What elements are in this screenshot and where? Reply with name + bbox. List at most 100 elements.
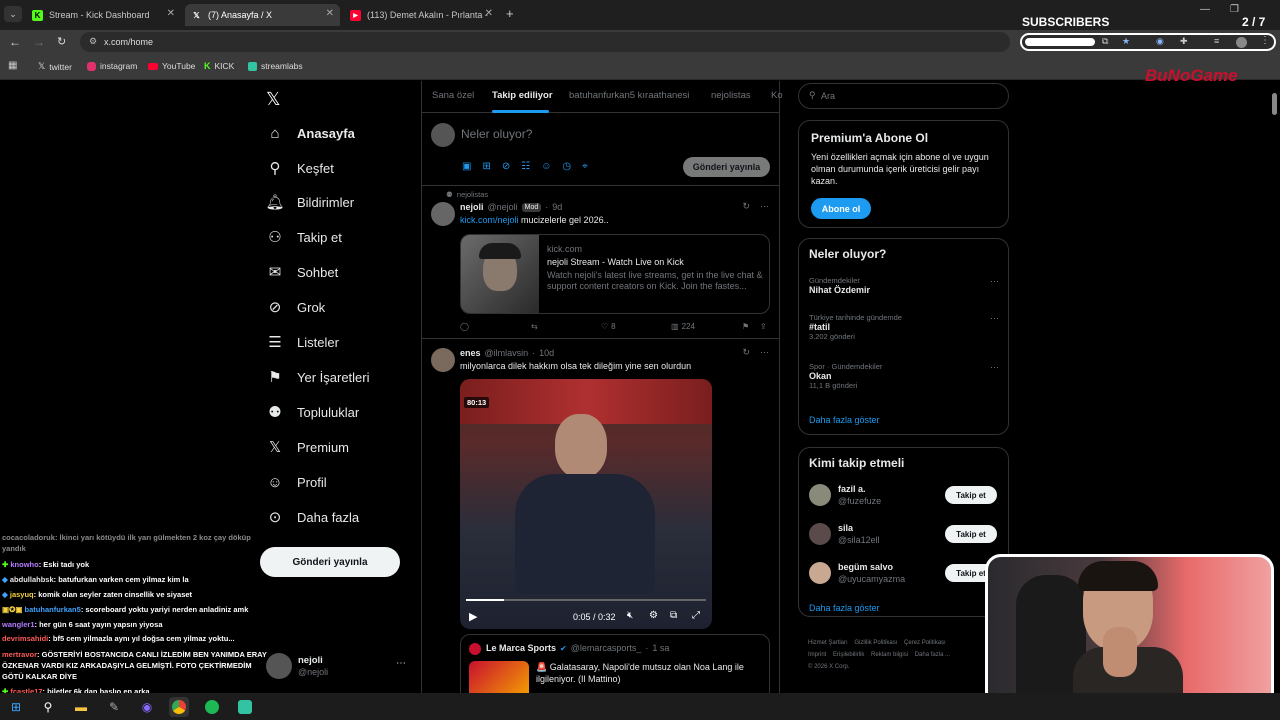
- mute-icon[interactable]: 🔇︎: [627, 610, 633, 621]
- author-name[interactable]: nejoli: [460, 202, 484, 212]
- site-info-icon[interactable]: ⚙: [89, 36, 97, 47]
- settings-icon[interactable]: ⚙: [649, 610, 658, 621]
- pip-icon[interactable]: ⧉: [670, 610, 677, 621]
- more-icon[interactable]: ⋯: [990, 362, 999, 373]
- tweet[interactable]: enes @ilmlavsin · 10d ↻ ⋯ milyonlarca di…: [422, 340, 779, 704]
- extension-icon[interactable]: ⧉: [1102, 36, 1108, 47]
- author-name[interactable]: enes: [460, 348, 481, 358]
- fullscreen-icon[interactable]: ⤢: [692, 610, 700, 621]
- tab-kick-dashboard[interactable]: K Stream - Kick Dashboard ✕: [26, 4, 181, 26]
- footer-link[interactable]: Daha fazla ...: [915, 652, 950, 658]
- trend-item[interactable]: Spor · Gündemdekiler Okan 11,1 B gönderi…: [809, 362, 999, 390]
- bookmark-button[interactable]: ⚑: [742, 322, 749, 331]
- like-button[interactable]: ♡ 8: [601, 322, 616, 331]
- new-tab-button[interactable]: +: [506, 6, 514, 21]
- url-field[interactable]: ⚙ x.com/home: [80, 32, 1010, 52]
- reload-icon[interactable]: ↻: [57, 35, 66, 48]
- account-switcher[interactable]: nejoli @nejoli ⋯: [266, 653, 411, 683]
- video-player[interactable]: 80:13 ▶ 0:05 / 0:32 🔇︎ ⚙ ⧉ ⤢: [460, 379, 712, 629]
- footer-link[interactable]: Hizmet Şartları: [808, 640, 848, 646]
- follow-button[interactable]: Takip et: [945, 486, 997, 504]
- emoji-icon[interactable]: ☺: [541, 161, 551, 172]
- tweet[interactable]: ⚉ nejolistas nejoli @nejoli Mod · 9d ↻ ⋯…: [422, 186, 779, 339]
- restore-icon[interactable]: ❐: [1230, 4, 1239, 15]
- star-icon[interactable]: ★: [1122, 36, 1130, 47]
- location-icon[interactable]: ⌖: [582, 161, 588, 172]
- tab-x-home[interactable]: 𝕏 (7) Anasayfa / X ✕: [185, 4, 340, 26]
- footer-link[interactable]: Gizlilik Politikası: [854, 640, 897, 646]
- show-more-link[interactable]: Daha fazla göster: [809, 415, 880, 425]
- post-button[interactable]: Gönderi yayınla: [260, 547, 400, 577]
- bookmark-streamlabs[interactable]: streamlabs: [248, 61, 303, 71]
- tab-youtube[interactable]: ▶ (113) Demet Akalın - Pırlanta - ✕: [344, 4, 499, 26]
- back-icon[interactable]: ←: [9, 35, 21, 49]
- repost-button[interactable]: ⇆: [531, 322, 538, 331]
- follow-button[interactable]: Takip et: [945, 525, 997, 543]
- tab-list[interactable]: nejolistas: [711, 90, 751, 101]
- more-icon[interactable]: ⋯: [760, 347, 769, 358]
- nav-grok[interactable]: ⊘ Grok: [266, 297, 325, 317]
- trend-item[interactable]: Türkiye tarihinde gündemde #tatil 3.202 …: [809, 313, 999, 341]
- views-button[interactable]: ▥ 224: [671, 322, 695, 331]
- author-handle[interactable]: @nejoli: [488, 202, 518, 212]
- forward-icon[interactable]: →: [33, 35, 45, 49]
- avatar[interactable]: [431, 348, 455, 372]
- composer-post-button[interactable]: Gönderi yayınla: [683, 157, 770, 177]
- nav-lists[interactable]: ☰ Listeler: [266, 332, 339, 352]
- scrollbar-thumb[interactable]: [1272, 93, 1277, 115]
- search-icon[interactable]: ⚲: [38, 697, 58, 717]
- grok-icon[interactable]: ↻: [742, 347, 750, 358]
- play-icon[interactable]: ▶: [469, 610, 477, 623]
- tweet-link[interactable]: kick.com/nejoli: [460, 215, 519, 225]
- tab-for-you[interactable]: Sana özel: [432, 90, 474, 101]
- show-more-link[interactable]: Daha fazla göster: [809, 603, 880, 613]
- nav-messages[interactable]: ✉ Sohbet: [266, 262, 339, 282]
- streamlabs-icon[interactable]: [235, 697, 255, 717]
- more-icon[interactable]: ⋯: [760, 201, 769, 212]
- browser-menu-icon[interactable]: ⋮: [1260, 35, 1270, 46]
- app-icon[interactable]: ✎: [104, 697, 124, 717]
- nav-explore[interactable]: ⚲ Keşfet: [266, 158, 334, 178]
- footer-link[interactable]: Erişilebilirlik: [833, 652, 864, 658]
- footer-link[interactable]: Imprint: [808, 652, 826, 658]
- spotify-icon[interactable]: [202, 697, 222, 717]
- author-handle[interactable]: @ilmlavsin: [485, 348, 529, 358]
- tab-following[interactable]: Takip ediliyor: [492, 90, 553, 101]
- footer-link[interactable]: Reklam bilgisi: [871, 652, 908, 658]
- tab-list[interactable]: Ko: [771, 90, 783, 101]
- suggested-user[interactable]: fazil a. @fuzefuze Takip et: [809, 483, 1007, 509]
- tweet-time[interactable]: 10d: [539, 348, 554, 358]
- poll-icon[interactable]: ☷: [521, 161, 530, 172]
- bookmark-youtube[interactable]: YouTube: [148, 61, 195, 71]
- gif-icon[interactable]: ⊞: [482, 161, 490, 172]
- trend-item[interactable]: Gündemdekiler Nihat Özdemir ⋯: [809, 276, 999, 295]
- nav-profile[interactable]: ☺ Profil: [266, 472, 326, 492]
- more-icon[interactable]: ⋯: [990, 276, 999, 287]
- discord-icon[interactable]: ◉: [137, 697, 157, 717]
- tweet-time[interactable]: 9d: [552, 202, 562, 212]
- schedule-icon[interactable]: ◷: [562, 161, 571, 172]
- reply-button[interactable]: ◯: [460, 322, 469, 331]
- more-icon[interactable]: ⋯: [396, 658, 406, 669]
- close-icon[interactable]: ✕: [167, 8, 175, 19]
- composer-input[interactable]: Neler oluyor?: [461, 127, 532, 141]
- link-card[interactable]: kick.com nejoli Stream - Watch Live on K…: [460, 234, 770, 314]
- x-logo-icon[interactable]: 𝕏: [266, 89, 281, 110]
- nav-notifications[interactable]: 🔔︎ Bildirimler: [265, 192, 354, 212]
- tab-list[interactable]: batuhanfurkan5 kıraathanesi: [569, 90, 689, 101]
- windows-start-icon[interactable]: ⊞: [6, 697, 26, 717]
- suggested-user[interactable]: begüm salvo @uyucamyazma Takip et: [809, 561, 1007, 587]
- minimize-icon[interactable]: —: [1200, 4, 1210, 15]
- subscribe-button[interactable]: Abone ol: [811, 198, 871, 219]
- bookmark-twitter[interactable]: 𝕏twitter: [38, 61, 72, 72]
- cast-icon[interactable]: ◉: [1156, 36, 1164, 47]
- file-explorer-icon[interactable]: ▬: [71, 697, 91, 717]
- share-button[interactable]: ⇪: [760, 322, 767, 331]
- grok-icon[interactable]: ↻: [742, 201, 750, 212]
- bookmark-kick[interactable]: K KICK: [204, 61, 234, 71]
- nav-follow[interactable]: ⚇ Takip et: [266, 227, 342, 247]
- search-input[interactable]: ⚲ Ara: [798, 83, 1009, 109]
- grok-icon[interactable]: ⊘: [502, 161, 510, 172]
- close-icon[interactable]: ✕: [485, 8, 493, 19]
- image-icon[interactable]: ▣: [462, 161, 471, 172]
